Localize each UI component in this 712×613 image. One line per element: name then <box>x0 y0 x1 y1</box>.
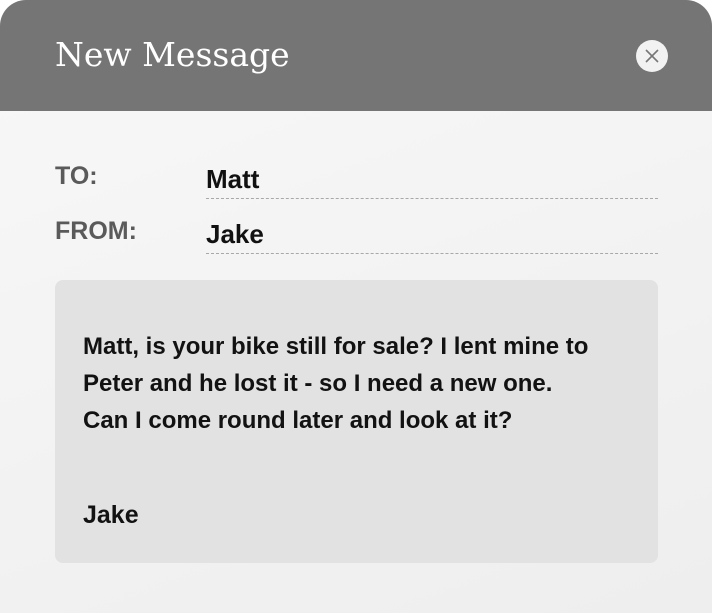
new-message-window: New Message TO: Matt FROM: Jake Matt, is… <box>0 0 712 613</box>
from-field[interactable]: Jake <box>206 215 658 254</box>
close-icon <box>645 49 659 63</box>
close-button[interactable] <box>636 40 668 72</box>
from-label: FROM: <box>55 217 137 245</box>
message-signature: Jake <box>83 501 139 529</box>
title-bar: New Message <box>0 0 712 111</box>
message-body-text: Matt, is your bike still for sale? I len… <box>83 333 589 434</box>
window-title: New Message <box>55 35 290 74</box>
to-field[interactable]: Matt <box>206 160 658 199</box>
message-body-box[interactable]: Matt, is your bike still for sale? I len… <box>55 280 658 563</box>
to-label: TO: <box>55 162 98 190</box>
